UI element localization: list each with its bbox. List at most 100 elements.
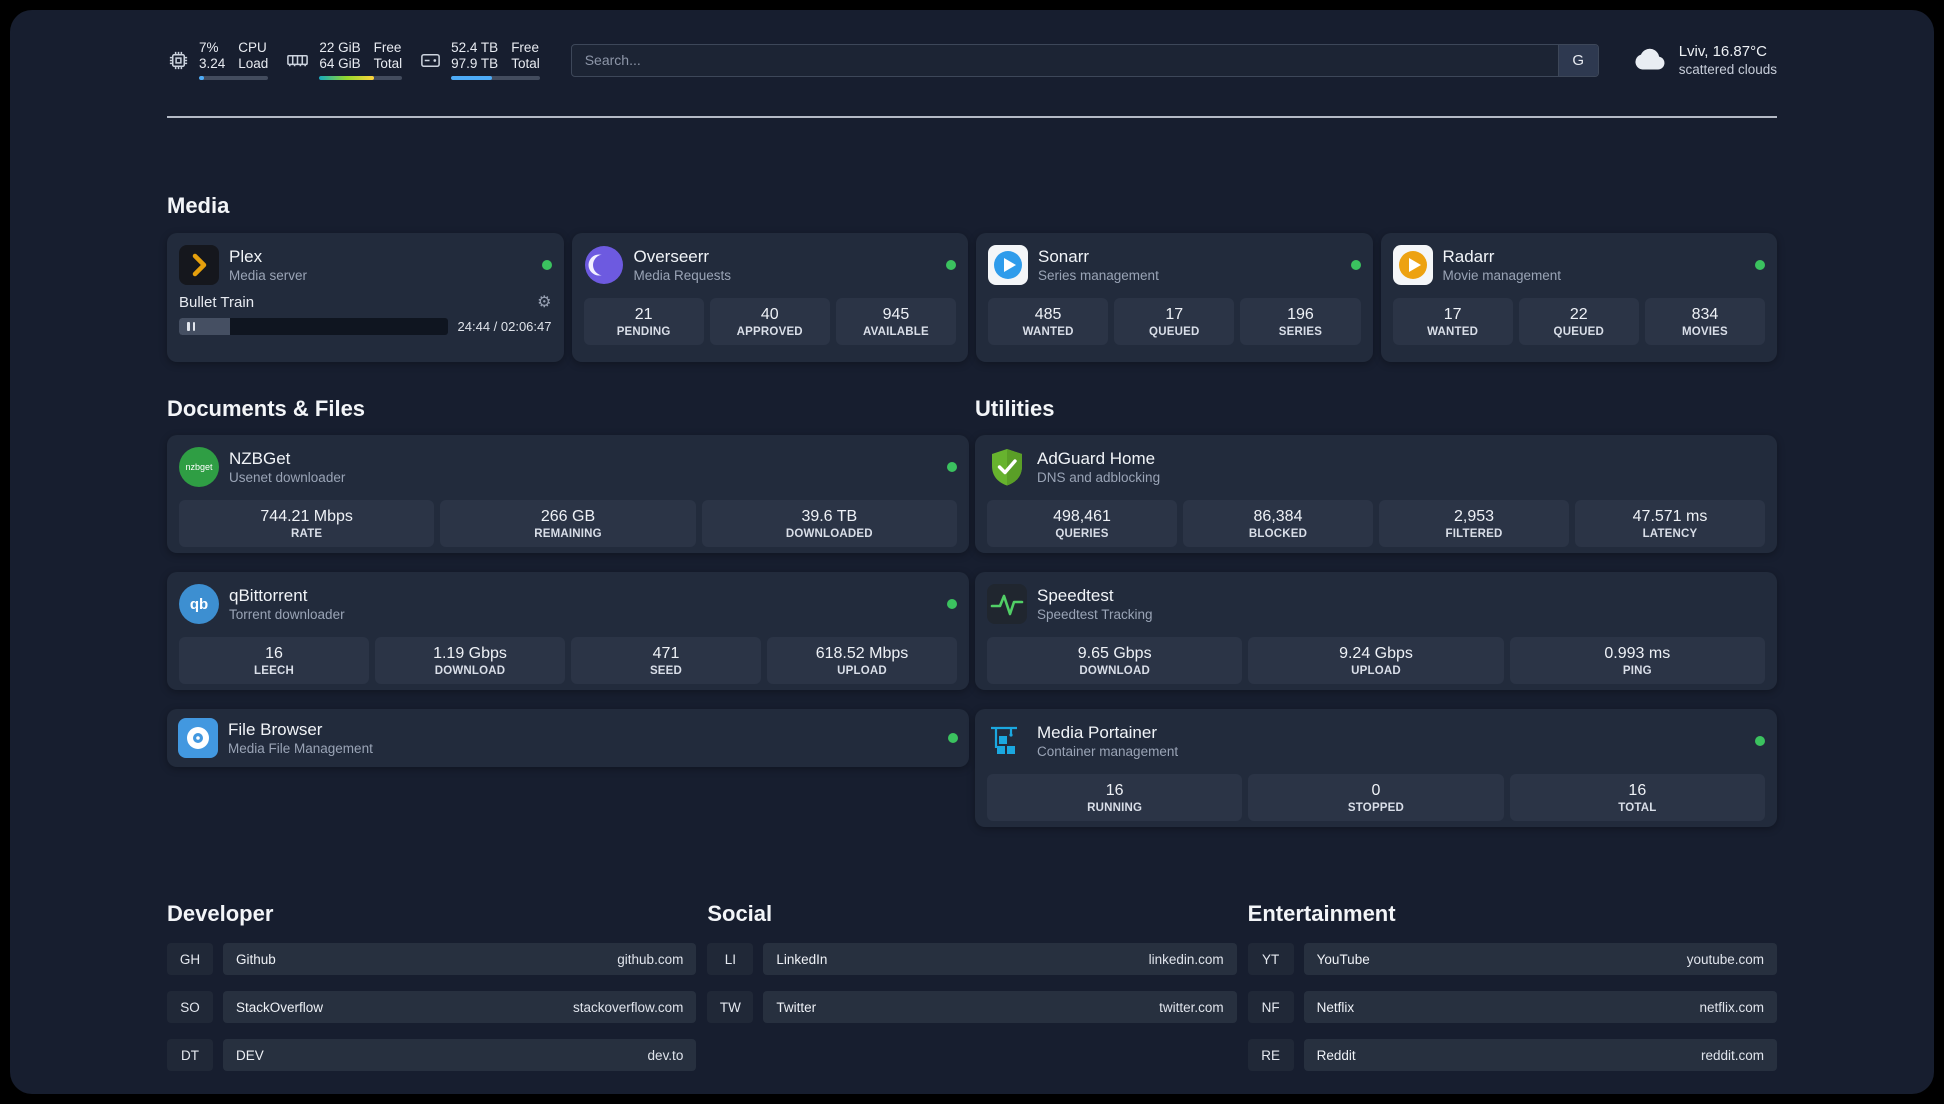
disk-total-value: 97.9 TB: [451, 56, 499, 71]
topbar: 7% 3.24 CPU Load 22 GiB 64 GiB Free Tota…: [167, 37, 1777, 83]
plex-icon: [179, 245, 219, 285]
stat-label: REMAINING: [534, 527, 602, 540]
section-title-developer: Developer: [167, 901, 274, 926]
section-title-social: Social: [707, 901, 773, 926]
app-card-qbittorrent[interactable]: qb qBittorrent Torrent downloader 16 LEE…: [167, 572, 969, 690]
cloud-icon: [1632, 45, 1668, 76]
app-card-overseerr[interactable]: Overseerr Media Requests 21 PENDING 40 A…: [571, 233, 968, 362]
cpu-load-label: Load: [238, 56, 269, 71]
stat-box: 266 GB REMAINING: [440, 500, 696, 547]
search-engine-button[interactable]: G: [1557, 44, 1598, 76]
app-name: AdGuard Home: [1037, 449, 1156, 468]
adguard-icon: [987, 447, 1027, 487]
bookmark-row-youtube: YT YouTube youtube.com: [1247, 943, 1777, 975]
bookmark-abbr: SO: [167, 991, 213, 1023]
stat-value: 471: [652, 644, 680, 662]
bookmark-url: github.com: [617, 951, 684, 967]
stat-value: 16: [265, 644, 283, 662]
dashboard-frame: 7% 3.24 CPU Load 22 GiB 64 GiB Free Tota…: [0, 0, 1944, 1104]
stat-label: WANTED: [1427, 325, 1479, 338]
bookmarks-social: Social LI LinkedIn linkedin.com TW Twitt…: [707, 901, 1237, 1071]
bookmark-name: Github: [236, 951, 276, 967]
bookmark-url: stackoverflow.com: [573, 999, 684, 1015]
portainer-icon: [987, 721, 1027, 761]
stat-value: 21: [634, 305, 653, 323]
bookmark-abbr: YT: [1247, 943, 1294, 975]
bookmark-abbr: RE: [1247, 1039, 1294, 1071]
section-title-documents: Documents & Files: [167, 396, 366, 421]
stat-label: QUEUED: [1149, 325, 1200, 338]
bookmark-link-netflix[interactable]: Netflix netflix.com: [1303, 991, 1777, 1023]
app-card-portainer[interactable]: Media Portainer Container management 16 …: [975, 709, 1777, 827]
search-input[interactable]: [571, 44, 1558, 76]
weather-widget: Lviv, 16.87°C scattered clouds: [1632, 42, 1777, 78]
status-dot: [947, 599, 957, 609]
app-subtitle: Container management: [1037, 744, 1179, 759]
app-subtitle: Media File Management: [228, 741, 373, 756]
stat-box: 618.52 Mbps UPLOAD: [767, 637, 957, 684]
bookmark-link-stackoverflow[interactable]: StackOverflow stackoverflow.com: [223, 991, 697, 1023]
radarr-icon: [1392, 245, 1433, 285]
bookmark-row-netflix: NF Netflix netflix.com: [1247, 991, 1777, 1023]
stat-label: DOWNLOAD: [1079, 664, 1150, 677]
bookmark-abbr: DT: [167, 1039, 213, 1071]
stat-label: QUERIES: [1055, 527, 1109, 540]
bookmark-link-youtube[interactable]: YouTube youtube.com: [1303, 943, 1777, 975]
bookmark-row-dev: DT DEV dev.to: [167, 1039, 697, 1071]
app-card-nzbget[interactable]: nzbget NZBGet Usenet downloader 744.21 M…: [167, 435, 969, 553]
search-bar: G: [570, 43, 1599, 77]
stat-label: RUNNING: [1087, 801, 1143, 814]
bookmark-link-github[interactable]: Github github.com: [223, 943, 697, 975]
playback-progress-bar[interactable]: [179, 318, 448, 335]
stat-box: 39.6 TB DOWNLOADED: [701, 500, 957, 547]
bookmarks-section: Developer GH Github github.com SO StackO…: [167, 901, 1777, 1094]
speedtest-icon: [987, 584, 1027, 624]
utilities-column: Utilities AdGuard Home DNS and adblockin…: [975, 396, 1777, 827]
stat-box: 9.65 Gbps DOWNLOAD: [987, 637, 1243, 684]
app-card-sonarr[interactable]: Sonarr Series management 485 WANTED 17 Q…: [976, 233, 1373, 362]
status-dot: [541, 260, 552, 270]
stat-label: UPLOAD: [1351, 664, 1401, 677]
bookmark-abbr: GH: [167, 943, 213, 975]
stat-box: 16 LEECH: [179, 637, 369, 684]
status-dot: [1755, 260, 1765, 270]
app-card-adguard[interactable]: AdGuard Home DNS and adblocking 498,461 …: [975, 435, 1777, 553]
bookmark-link-dev[interactable]: DEV dev.to: [223, 1039, 697, 1071]
app-subtitle: Torrent downloader: [229, 607, 345, 622]
stat-value: 22: [1569, 305, 1588, 323]
app-card-plex[interactable]: Plex Media server Bullet Train ⚙ 24:44 /…: [167, 233, 564, 362]
documents-column: Documents & Files nzbget NZBGet Usenet d…: [167, 396, 969, 827]
media-row: Plex Media server Bullet Train ⚙ 24:44 /…: [167, 233, 1777, 362]
filebrowser-icon: [178, 718, 218, 758]
pause-icon[interactable]: [187, 322, 195, 331]
app-subtitle: DNS and adblocking: [1037, 470, 1161, 485]
stat-label: STOPPED: [1347, 801, 1405, 814]
bookmark-link-reddit[interactable]: Reddit reddit.com: [1303, 1039, 1777, 1071]
stat-value: 17: [1165, 305, 1184, 323]
stat-label: FILTERED: [1445, 527, 1503, 540]
stat-box: 834 MOVIES: [1644, 298, 1766, 345]
cpu-load-value: 3.24: [199, 56, 226, 71]
bookmark-link-twitter[interactable]: Twitter twitter.com: [763, 991, 1237, 1023]
ram-icon: [285, 49, 310, 72]
app-subtitle: Media server: [229, 268, 308, 283]
app-card-filebrowser[interactable]: File Browser Media File Management: [167, 709, 969, 767]
stat-label: QUEUED: [1553, 325, 1604, 338]
stat-box: 0 STOPPED: [1248, 774, 1504, 821]
app-subtitle: Speedtest Tracking: [1037, 607, 1153, 622]
app-name: File Browser: [228, 720, 323, 739]
bookmark-row-github: GH Github github.com: [167, 943, 697, 975]
status-dot: [1755, 736, 1765, 746]
stat-label: WANTED: [1022, 325, 1074, 338]
stat-value: 40: [760, 305, 779, 323]
settings-gear-icon[interactable]: ⚙: [537, 294, 551, 311]
stat-label: LATENCY: [1642, 527, 1698, 540]
section-title-entertainment: Entertainment: [1247, 901, 1396, 926]
stat-value: 498,461: [1053, 507, 1111, 525]
bookmark-link-linkedin[interactable]: LinkedIn linkedin.com: [763, 943, 1237, 975]
app-card-speedtest[interactable]: Speedtest Speedtest Tracking 9.65 Gbps D…: [975, 572, 1777, 690]
app-card-radarr[interactable]: Radarr Movie management 17 WANTED 22 QUE…: [1380, 233, 1777, 362]
stat-label: DOWNLOADED: [785, 527, 873, 540]
bookmark-abbr: LI: [707, 943, 754, 975]
ram-free-label: Free: [373, 40, 402, 55]
